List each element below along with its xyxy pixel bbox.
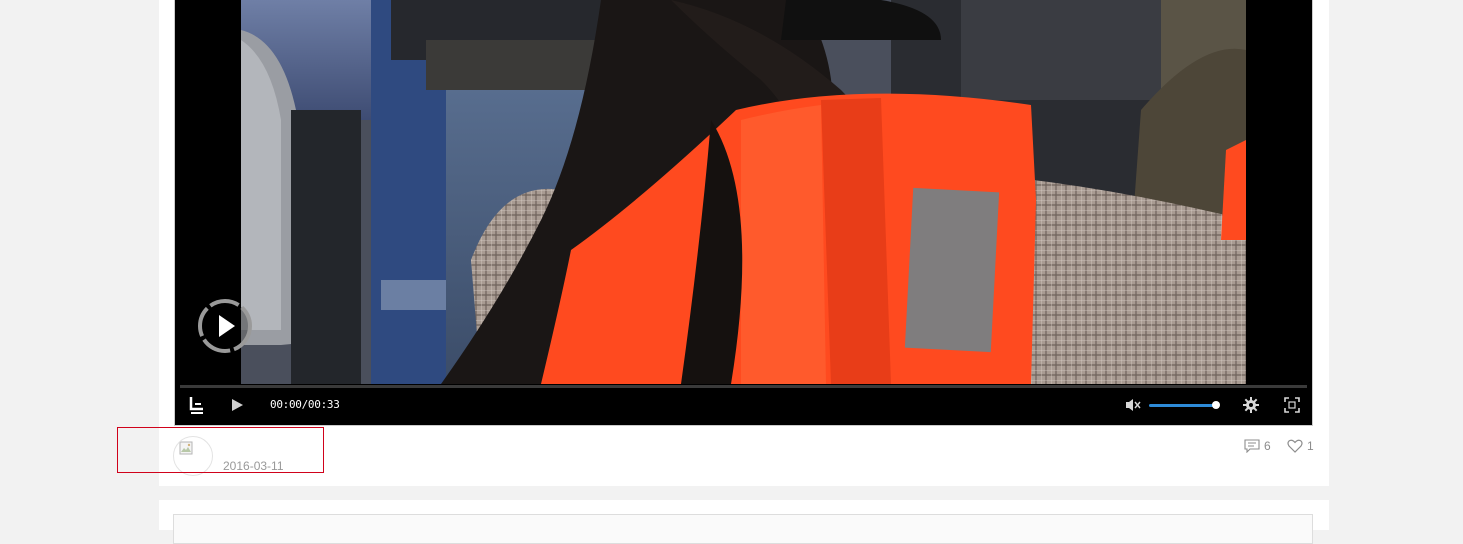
heart-icon — [1287, 439, 1303, 453]
settings-button[interactable] — [1242, 396, 1260, 414]
video-still-image — [241, 0, 1246, 384]
time-display: 00:00/00:33 — [270, 398, 340, 411]
volume-slider[interactable] — [1149, 404, 1215, 407]
next-post-media — [173, 514, 1313, 544]
comment-icon — [1244, 439, 1260, 453]
play-button[interactable] — [228, 396, 246, 414]
video-player[interactable]: 00:00/00:33 — [174, 0, 1313, 426]
broken-image-icon — [179, 441, 193, 455]
control-bar: 00:00/00:33 — [175, 388, 1312, 420]
comment-count: 6 — [1264, 439, 1271, 453]
like-count: 1 — [1307, 439, 1314, 453]
like-count-button[interactable]: 1 — [1287, 438, 1314, 454]
logo-button[interactable] — [187, 396, 207, 414]
next-post-card — [159, 500, 1329, 544]
video-frame[interactable] — [241, 0, 1246, 384]
author-avatar[interactable] — [173, 436, 213, 476]
big-play-icon — [198, 299, 252, 353]
volume-button[interactable] — [1124, 396, 1142, 414]
play-icon — [232, 399, 243, 411]
comment-count-button[interactable]: 6 — [1244, 438, 1271, 454]
fullscreen-button[interactable] — [1283, 396, 1301, 414]
gear-icon — [1243, 397, 1259, 413]
volume-muted-icon — [1126, 399, 1141, 411]
letv-logo-icon — [189, 397, 203, 414]
post-card: 00:00/00:33 2016-03-11 6 1 — [159, 0, 1329, 486]
big-play-button[interactable] — [197, 298, 253, 354]
post-date: 2016-03-11 — [223, 459, 284, 473]
volume-slider-handle[interactable] — [1212, 401, 1220, 409]
fullscreen-icon — [1284, 397, 1300, 413]
